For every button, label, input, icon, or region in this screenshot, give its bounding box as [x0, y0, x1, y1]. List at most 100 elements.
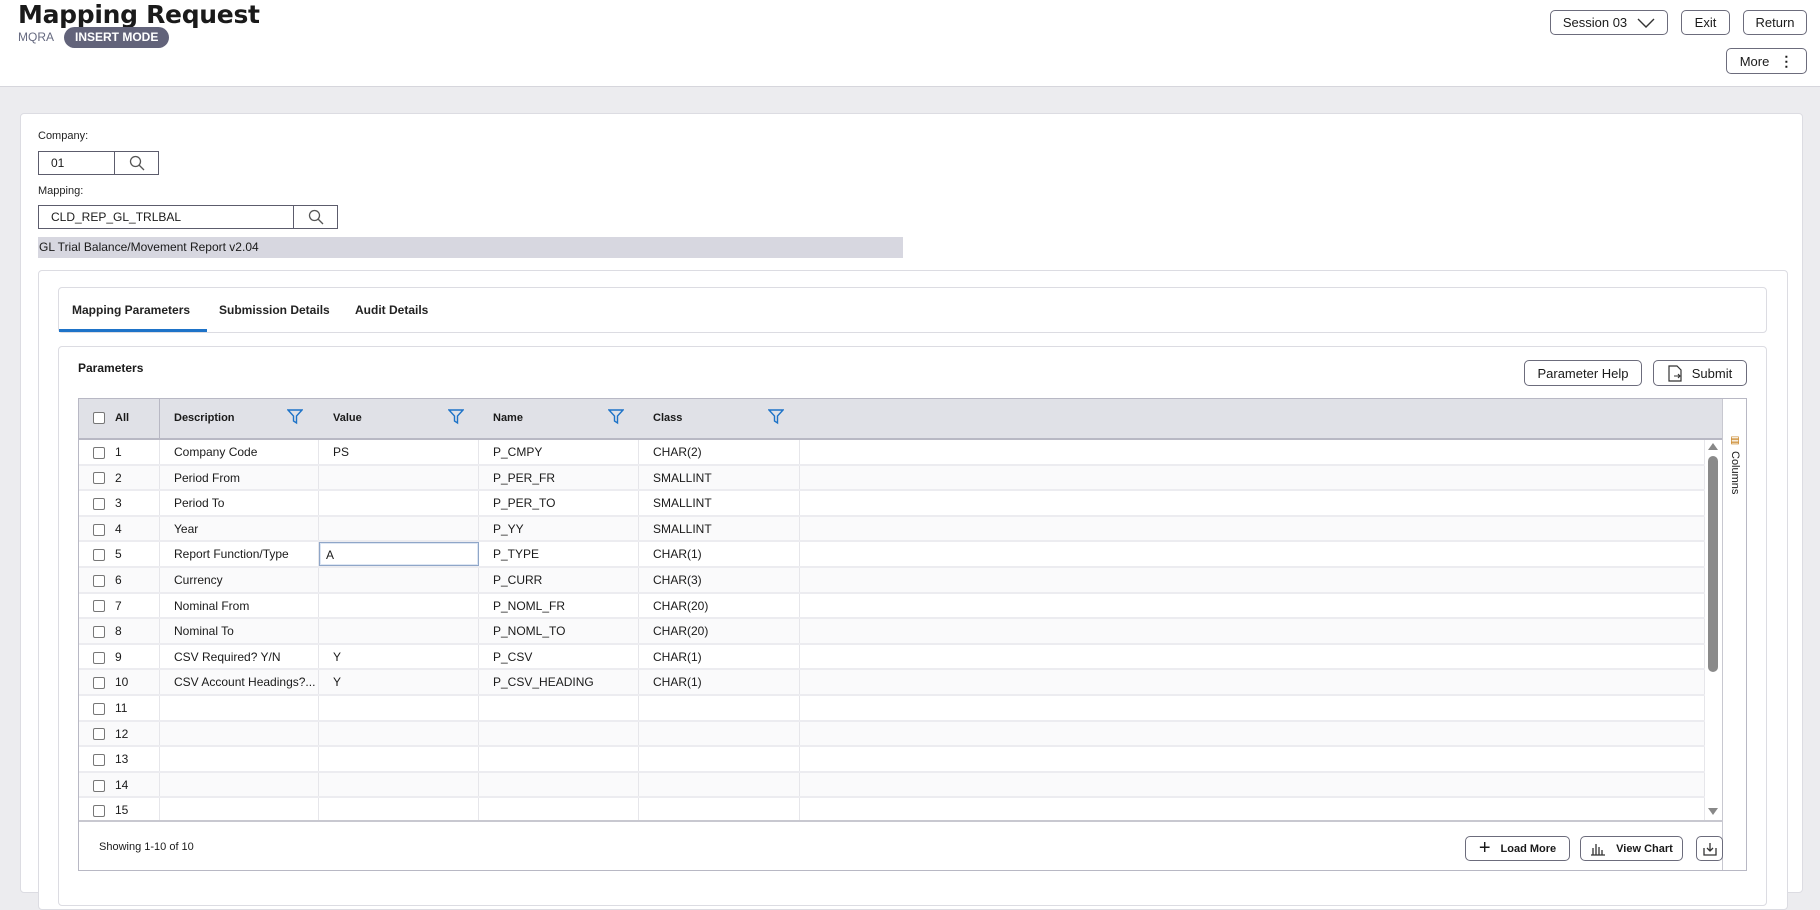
- mapping-input[interactable]: CLD_REP_GL_TRLBAL: [39, 206, 293, 228]
- row-checkbox[interactable]: [93, 446, 105, 459]
- select-all-checkbox[interactable]: [93, 412, 105, 425]
- grid-header: All Description Value Name Class: [79, 399, 1722, 440]
- company-search-button[interactable]: [114, 152, 158, 174]
- row-checkbox[interactable]: [93, 754, 105, 767]
- row-checkbox[interactable]: [93, 728, 105, 741]
- mapping-search-button[interactable]: [293, 206, 337, 228]
- cell-value[interactable]: [319, 593, 479, 618]
- row-checkbox[interactable]: [93, 677, 105, 690]
- row-checkbox[interactable]: [93, 574, 105, 587]
- export-button[interactable]: [1696, 836, 1723, 861]
- cell-description: Report Function/Type: [160, 542, 319, 566]
- vertical-scrollbar[interactable]: [1705, 440, 1722, 820]
- cell-value[interactable]: [319, 798, 479, 822]
- cell-value[interactable]: [319, 696, 479, 720]
- parameters-title: Parameters: [78, 361, 144, 375]
- table-row[interactable]: 4 Year P_YY SMALLINT: [79, 516, 1705, 543]
- table-row[interactable]: 9 CSV Required? Y/N Y P_CSV CHAR(1): [79, 644, 1705, 671]
- cell-value[interactable]: [319, 516, 479, 541]
- cell-empty: [800, 542, 1705, 566]
- filter-icon[interactable]: [287, 409, 303, 425]
- company-input[interactable]: 01: [39, 152, 114, 174]
- select-all-header[interactable]: All: [79, 399, 160, 438]
- table-row[interactable]: 7 Nominal From P_NOML_FR CHAR(20): [79, 593, 1705, 620]
- row-checkbox[interactable]: [93, 600, 105, 613]
- table-row[interactable]: 2 Period From P_PER_FR SMALLINT: [79, 465, 1705, 492]
- cell-value[interactable]: Y: [319, 670, 479, 694]
- cell-n: 6: [79, 568, 160, 592]
- cell-value[interactable]: Y: [319, 644, 479, 669]
- value-input-active[interactable]: A: [319, 542, 479, 566]
- filter-icon[interactable]: [448, 409, 464, 425]
- cell-value[interactable]: [319, 772, 479, 797]
- filter-icon[interactable]: [608, 409, 624, 425]
- grid-footer: Showing 1-10 of 10 + Load More View Char…: [79, 820, 1723, 870]
- scrollbar-thumb[interactable]: [1708, 456, 1718, 672]
- tab-mapping-parameters[interactable]: Mapping Parameters: [72, 303, 190, 317]
- scroll-up-arrow[interactable]: [1708, 443, 1718, 450]
- exit-button[interactable]: Exit: [1681, 10, 1730, 35]
- row-checkbox[interactable]: [93, 779, 105, 792]
- session-label: Session 03: [1562, 15, 1628, 30]
- cell-value[interactable]: [319, 491, 479, 515]
- company-field[interactable]: 01: [38, 151, 159, 175]
- filter-icon[interactable]: [768, 409, 784, 425]
- parameter-help-button[interactable]: Parameter Help: [1524, 360, 1642, 386]
- showing-count: Showing 1-10 of 10: [99, 841, 194, 853]
- cell-class: CHAR(20): [639, 593, 800, 618]
- table-row[interactable]: 14: [79, 772, 1705, 799]
- row-checkbox[interactable]: [93, 626, 105, 639]
- cell-description: [160, 747, 319, 771]
- table-row[interactable]: 13: [79, 747, 1705, 773]
- row-checkbox[interactable]: [93, 805, 105, 818]
- cell-class: [639, 747, 800, 771]
- more-button[interactable]: More ⋮: [1726, 48, 1807, 74]
- table-row[interactable]: 12: [79, 721, 1705, 748]
- row-checkbox[interactable]: [93, 472, 105, 485]
- scroll-down-arrow[interactable]: [1708, 808, 1718, 815]
- plus-icon: +: [1478, 837, 1491, 859]
- row-checkbox[interactable]: [93, 651, 105, 664]
- view-chart-button[interactable]: View Chart: [1580, 836, 1683, 861]
- load-more-button[interactable]: + Load More: [1465, 836, 1570, 861]
- cell-name: P_PER_TO: [479, 491, 639, 515]
- cell-class: [639, 721, 800, 746]
- row-checkbox[interactable]: [93, 702, 105, 715]
- cell-value[interactable]: [319, 465, 479, 490]
- row-checkbox[interactable]: [93, 498, 105, 511]
- row-number: 9: [115, 649, 122, 664]
- table-row[interactable]: 8 Nominal To P_NOML_TO CHAR(20): [79, 619, 1705, 645]
- cell-value[interactable]: [319, 568, 479, 592]
- session-dropdown[interactable]: Session 03: [1550, 10, 1668, 35]
- table-row[interactable]: 1 Company Code PS P_CMPY CHAR(2): [79, 440, 1705, 466]
- table-row[interactable]: 3 Period To P_PER_TO SMALLINT: [79, 491, 1705, 517]
- tab-submission-details[interactable]: Submission Details: [219, 303, 330, 317]
- cell-value[interactable]: [319, 747, 479, 771]
- mapping-field[interactable]: CLD_REP_GL_TRLBAL: [38, 205, 338, 229]
- cell-n: 13: [79, 747, 160, 771]
- cell-n: 4: [79, 516, 160, 541]
- cell-value[interactable]: [319, 619, 479, 643]
- tab-audit-details[interactable]: Audit Details: [355, 303, 428, 317]
- cell-description: Nominal From: [160, 593, 319, 618]
- columns-panel-toggle[interactable]: ▤ Columns: [1722, 399, 1746, 870]
- row-checkbox[interactable]: [93, 549, 105, 562]
- cell-n: 1: [79, 440, 160, 464]
- cell-name: P_CURR: [479, 568, 639, 592]
- chevron-down-icon: [1637, 18, 1655, 28]
- cell-name: P_TYPE: [479, 542, 639, 566]
- cell-name: [479, 772, 639, 797]
- mode-badge: INSERT MODE: [64, 27, 170, 48]
- table-row[interactable]: 11: [79, 696, 1705, 722]
- cell-value[interactable]: PS: [319, 440, 479, 464]
- row-checkbox[interactable]: [93, 523, 105, 536]
- cell-empty: [800, 670, 1705, 694]
- cell-empty: [800, 440, 1705, 464]
- table-row[interactable]: 6 Currency P_CURR CHAR(3): [79, 568, 1705, 594]
- submit-button[interactable]: Submit: [1653, 360, 1747, 386]
- cell-value[interactable]: [319, 721, 479, 746]
- table-row[interactable]: 5 Report Function/Type A P_TYPE CHAR(1): [79, 542, 1705, 568]
- table-row[interactable]: 10 CSV Account Headings?... Y P_CSV_HEADING…: [79, 670, 1705, 696]
- cell-n: 11: [79, 696, 160, 720]
- return-button[interactable]: Return: [1743, 10, 1807, 35]
